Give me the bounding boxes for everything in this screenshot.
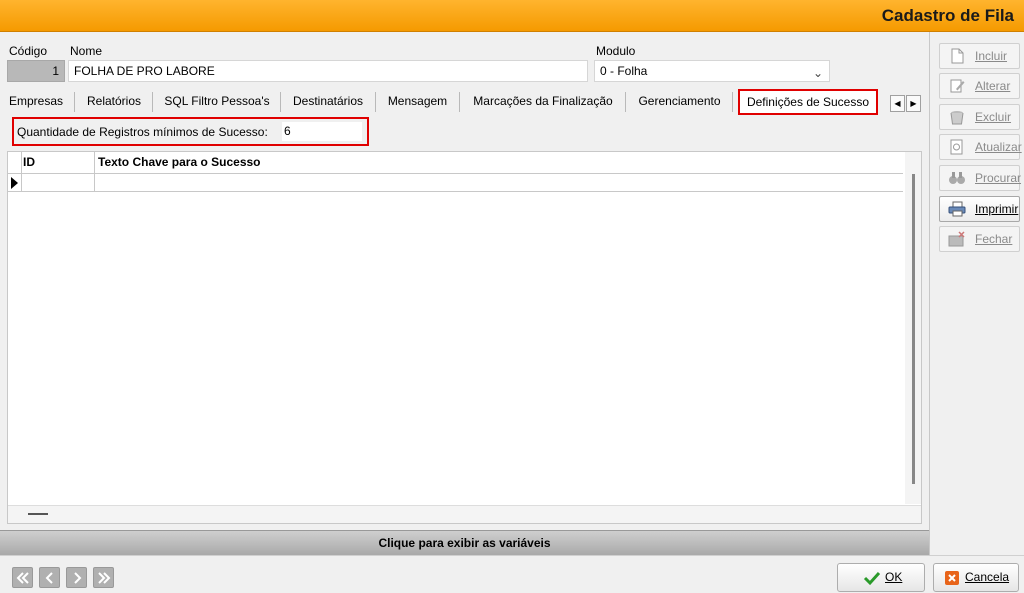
prev-icon xyxy=(45,572,53,584)
tab-sql-filtro[interactable]: SQL Filtro Pessoa's xyxy=(158,88,276,114)
alterar-button[interactable]: Alterar xyxy=(939,73,1020,99)
procurar-label: Procurar xyxy=(975,171,1022,185)
imprimir-label: Imprimir xyxy=(975,202,1019,216)
show-variables-bar[interactable]: Clique para exibir as variáveis xyxy=(0,530,929,555)
ok-button[interactable]: OK xyxy=(837,563,925,592)
tab-marcacoes[interactable]: Marcações da Finalização xyxy=(465,88,621,114)
excluir-button[interactable]: Excluir xyxy=(939,104,1020,130)
printer-icon xyxy=(948,201,966,217)
row-indicator-icon xyxy=(11,177,18,189)
modulo-label: Modulo xyxy=(596,44,636,58)
close-folder-icon xyxy=(948,231,965,247)
tab-scroll-right-icon[interactable]: ▶ xyxy=(906,95,921,112)
codigo-label: Código xyxy=(9,44,48,58)
ok-label: OK xyxy=(885,570,903,584)
last-record-button[interactable] xyxy=(93,567,114,588)
edit-icon xyxy=(950,79,965,93)
atualizar-label: Atualizar xyxy=(975,140,1022,154)
success-quantity-input[interactable]: 6 xyxy=(282,122,362,141)
footer-bar: OK Cancela xyxy=(0,555,1024,593)
cancel-label: Cancela xyxy=(965,570,1010,584)
success-quantity-group: Quantidade de Registros mínimos de Suces… xyxy=(12,117,369,146)
atualizar-button[interactable]: Atualizar xyxy=(939,134,1022,160)
refresh-icon xyxy=(950,139,963,155)
incluir-button[interactable]: Incluir xyxy=(939,43,1020,69)
vertical-scroll-thumb[interactable] xyxy=(912,174,915,484)
horizontal-scroll-thumb[interactable] xyxy=(28,513,48,515)
previous-record-button[interactable] xyxy=(39,567,60,588)
tab-mensagem[interactable]: Mensagem xyxy=(381,88,454,114)
checkmark-icon xyxy=(863,571,881,586)
title-bar: Cadastro de Fila xyxy=(0,0,1024,32)
tab-scroll-left-icon[interactable]: ◀ xyxy=(890,95,905,112)
tab-empresas[interactable]: Empresas xyxy=(3,88,69,114)
modulo-select[interactable]: 0 - Folha ⌄ xyxy=(594,60,830,82)
procurar-button[interactable]: Procurar xyxy=(939,165,1022,191)
trash-icon xyxy=(950,111,964,125)
nome-field[interactable]: FOLHA DE PRO LABORE xyxy=(68,60,588,82)
nome-label: Nome xyxy=(70,44,103,58)
grid-col-texto[interactable]: Texto Chave para o Sucesso xyxy=(98,155,261,169)
document-icon xyxy=(951,48,964,64)
last-icon xyxy=(98,572,111,584)
success-quantity-label: Quantidade de Registros mínimos de Suces… xyxy=(17,125,268,139)
cancel-button[interactable]: Cancela xyxy=(933,563,1019,592)
modulo-value: 0 - Folha xyxy=(600,64,648,78)
tab-gerenciamento[interactable]: Gerenciamento xyxy=(631,88,728,114)
table-row[interactable] xyxy=(8,174,903,192)
tab-relatorios[interactable]: Relatórios xyxy=(80,88,148,114)
action-sidebar: Incluir Alterar Excluir Atualizar Procur… xyxy=(929,32,1024,555)
next-icon xyxy=(74,572,82,584)
cancel-icon xyxy=(945,571,959,585)
first-record-button[interactable] xyxy=(12,567,33,588)
success-keys-grid[interactable]: ID Texto Chave para o Sucesso xyxy=(7,151,922,524)
tab-definicoes-sucesso[interactable]: Definições de Sucesso xyxy=(738,89,878,115)
chevron-down-icon[interactable]: ⌄ xyxy=(813,63,823,83)
codigo-field[interactable]: 1 xyxy=(7,60,65,82)
grid-header: ID Texto Chave para o Sucesso xyxy=(8,152,903,174)
fechar-button[interactable]: Fechar xyxy=(939,226,1020,252)
grid-col-id[interactable]: ID xyxy=(23,155,35,169)
horizontal-scrollbar[interactable] xyxy=(8,505,921,523)
tab-destinatarios[interactable]: Destinatários xyxy=(286,88,370,114)
incluir-label: Incluir xyxy=(975,49,1008,63)
imprimir-button[interactable]: Imprimir xyxy=(939,196,1020,222)
tab-strip: Empresas Relatórios SQL Filtro Pessoa's … xyxy=(0,88,929,118)
window-title: Cadastro de Fila xyxy=(881,6,1014,25)
fechar-label: Fechar xyxy=(975,232,1013,246)
next-record-button[interactable] xyxy=(66,567,87,588)
excluir-label: Excluir xyxy=(975,110,1012,124)
first-icon xyxy=(16,572,29,584)
alterar-label: Alterar xyxy=(975,79,1011,93)
binoculars-icon xyxy=(949,172,965,184)
